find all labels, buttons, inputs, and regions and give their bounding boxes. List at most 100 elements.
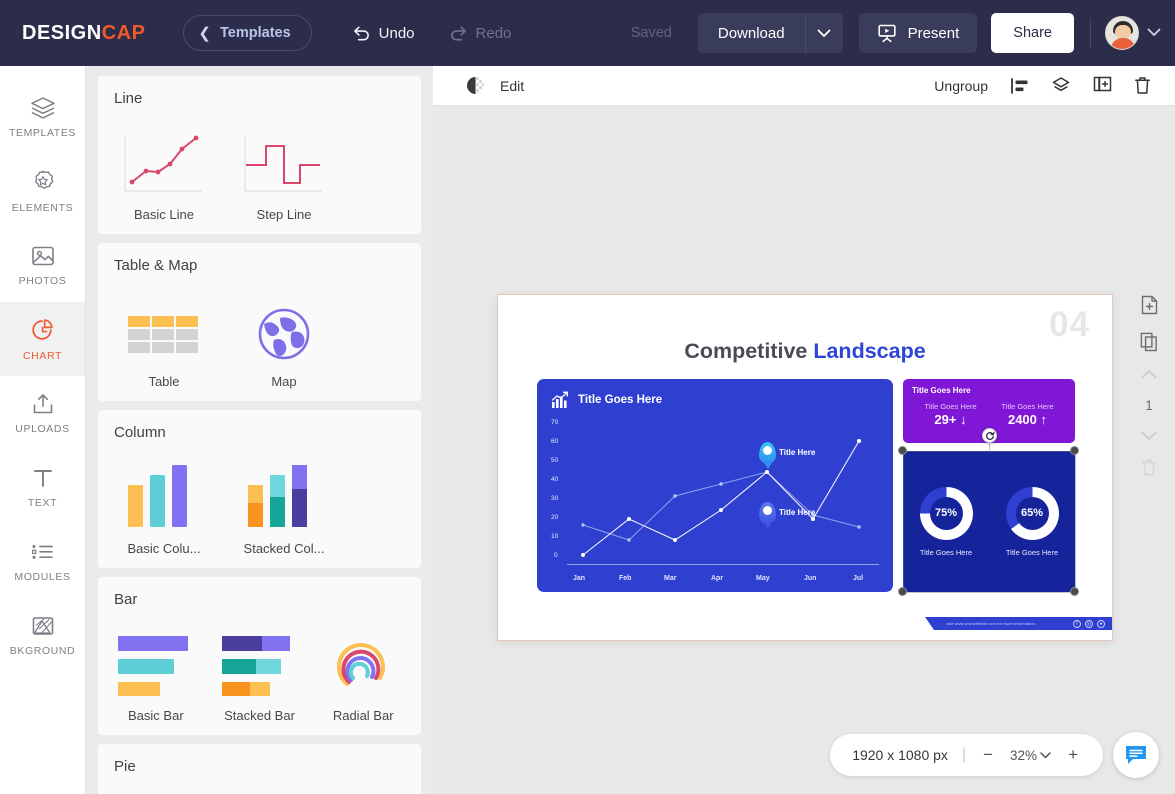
sidebar-item-chart[interactable]: CHART: [0, 302, 85, 376]
user-menu[interactable]: [1105, 16, 1161, 50]
sidebar-item-elements[interactable]: ELEMENTS: [0, 154, 85, 228]
chart-type-label: Step Line: [234, 207, 334, 222]
donut-card[interactable]: 75% Title Goes Here 65% Title Goes Here: [903, 451, 1075, 592]
sidebar-item-text[interactable]: TEXT: [0, 450, 85, 524]
download-dropdown-button[interactable]: [805, 13, 843, 53]
x-tick-label: Feb: [619, 575, 631, 582]
share-button[interactable]: Share: [991, 13, 1074, 53]
panel-group-pie: Pie: [98, 744, 421, 794]
chart-pin-top[interactable]: [759, 442, 776, 464]
donut-label: Title Goes Here: [1006, 548, 1059, 557]
canvas-toolbar: Edit Ungroup: [433, 66, 1175, 106]
zoom-level-dropdown[interactable]: 32%: [1010, 748, 1051, 763]
chart-type-map[interactable]: Map: [234, 286, 334, 389]
sidebar-item-bkground[interactable]: BKGROUND: [0, 598, 85, 672]
slide-footer-ribbon: visit www.yourwebsite.com for more infor…: [934, 617, 1112, 630]
stacked-column-thumb: [234, 453, 334, 529]
ribbon-text: visit www.yourwebsite.com for more infor…: [946, 621, 1035, 626]
chart-type-basic-line[interactable]: Basic Line: [114, 119, 214, 222]
add-page-button[interactable]: [1141, 295, 1158, 315]
sidebar-item-photos[interactable]: PHOTOS: [0, 228, 85, 302]
sidebar-item-templates[interactable]: TEMPLATES: [0, 80, 85, 154]
stat-label: Title Goes Here: [989, 402, 1066, 411]
donut-value: 75%: [935, 507, 957, 519]
download-button[interactable]: Download: [698, 13, 805, 53]
selection-handle-bottom-left[interactable]: [898, 587, 907, 596]
basic-column-thumb: [114, 453, 214, 529]
map-thumb: [234, 286, 334, 362]
zoom-in-button[interactable]: +: [1065, 745, 1081, 765]
page-toolbar: 1: [1133, 295, 1165, 477]
layer-order-button[interactable]: [1051, 76, 1071, 95]
edit-button[interactable]: Edit: [500, 78, 524, 94]
transparency-color-icon[interactable]: [467, 77, 484, 94]
x-tick-label: May: [756, 575, 770, 582]
instagram-icon[interactable]: ◎: [1085, 620, 1093, 628]
page-up-button[interactable]: [1140, 369, 1158, 380]
chart-type-step-line[interactable]: Step Line: [234, 119, 334, 222]
chart-type-label: Stacked Col...: [234, 541, 334, 556]
templates-button-label: Templates: [220, 25, 291, 41]
selection-handle-top-left[interactable]: [898, 446, 907, 455]
undo-label: Undo: [379, 25, 415, 42]
sidebar-item-modules[interactable]: MODULES: [0, 524, 85, 598]
redo-label: Redo: [476, 25, 512, 42]
selection-handle-bottom-right[interactable]: [1070, 587, 1079, 596]
donut-item: 75% Title Goes Here: [920, 487, 973, 557]
twitter-icon[interactable]: ●: [1097, 620, 1105, 628]
chart-type-table[interactable]: Table: [114, 286, 214, 389]
redo-button[interactable]: Redo: [441, 14, 520, 52]
donut-chart: 75%: [920, 487, 973, 540]
donut-chart: 65%: [1006, 487, 1059, 540]
align-button[interactable]: [1010, 77, 1029, 95]
delete-button[interactable]: [1134, 76, 1151, 95]
slide-canvas[interactable]: 04 Competitive Landscape: [433, 106, 1175, 794]
chart-panel[interactable]: Line Basic Line: [86, 66, 433, 794]
chart-type-label: Table: [114, 374, 214, 389]
slide-title-part1: Competitive: [684, 339, 813, 363]
chevron-down-icon: [1147, 24, 1161, 42]
selection-handle-top-right[interactable]: [1070, 446, 1079, 455]
duplicate-button[interactable]: [1093, 76, 1112, 95]
chat-support-button[interactable]: [1113, 732, 1159, 778]
basic-bar-thumb: [114, 620, 198, 696]
present-button[interactable]: Present: [859, 13, 978, 53]
sidebar-item-uploads[interactable]: UPLOADS: [0, 376, 85, 450]
chart-type-radial-bar[interactable]: Radial Bar: [321, 620, 405, 723]
chart-type-basic-bar[interactable]: Basic Bar: [114, 620, 198, 723]
logo-text-design: DESIGN: [22, 22, 102, 44]
rotate-handle[interactable]: [982, 428, 997, 443]
duplicate-page-button[interactable]: [1140, 332, 1158, 352]
chart-type-stacked-column[interactable]: Stacked Col...: [234, 453, 334, 556]
slide[interactable]: 04 Competitive Landscape: [498, 295, 1112, 640]
arrow-up-icon: ↑: [1041, 412, 1048, 427]
templates-button[interactable]: ❮ Templates: [183, 15, 311, 51]
chevron-down-icon: [817, 29, 831, 38]
chart-type-basic-column[interactable]: Basic Colu...: [114, 453, 214, 556]
sidebar-item-label: BKGROUND: [10, 645, 75, 657]
chart-pin-bottom-label: Title Here: [779, 508, 815, 517]
app-logo[interactable]: DESIGNCAP: [22, 22, 145, 45]
slide-title[interactable]: Competitive Landscape: [498, 339, 1112, 364]
line-series-svg: [551, 417, 879, 582]
facebook-icon[interactable]: f: [1073, 620, 1081, 628]
chart-type-stacked-bar[interactable]: Stacked Bar: [218, 620, 302, 723]
chart-type-label: Basic Colu...: [114, 541, 214, 556]
x-tick-label: Jul: [853, 575, 863, 582]
panel-group-table-map: Table & Map: [98, 243, 421, 401]
selection-edge-right: [1075, 451, 1076, 592]
rotate-icon: [985, 431, 995, 441]
present-screen-icon: [877, 24, 897, 43]
ungroup-button[interactable]: Ungroup: [934, 78, 988, 94]
chevron-down-icon: [1040, 752, 1051, 759]
chart-type-label: Basic Bar: [114, 708, 198, 723]
page-down-button[interactable]: [1140, 430, 1158, 441]
text-t-icon: [30, 466, 56, 490]
zoom-out-button[interactable]: −: [980, 745, 996, 765]
x-tick-label: Jun: [804, 575, 816, 582]
delete-page-button[interactable]: [1141, 458, 1157, 477]
line-chart-card[interactable]: Title Goes Here 70 60 50 40 30 20 10 0: [537, 379, 893, 592]
undo-button[interactable]: Undo: [344, 14, 423, 52]
share-label: Share: [1013, 25, 1052, 41]
chart-pin-bottom[interactable]: [759, 502, 776, 524]
